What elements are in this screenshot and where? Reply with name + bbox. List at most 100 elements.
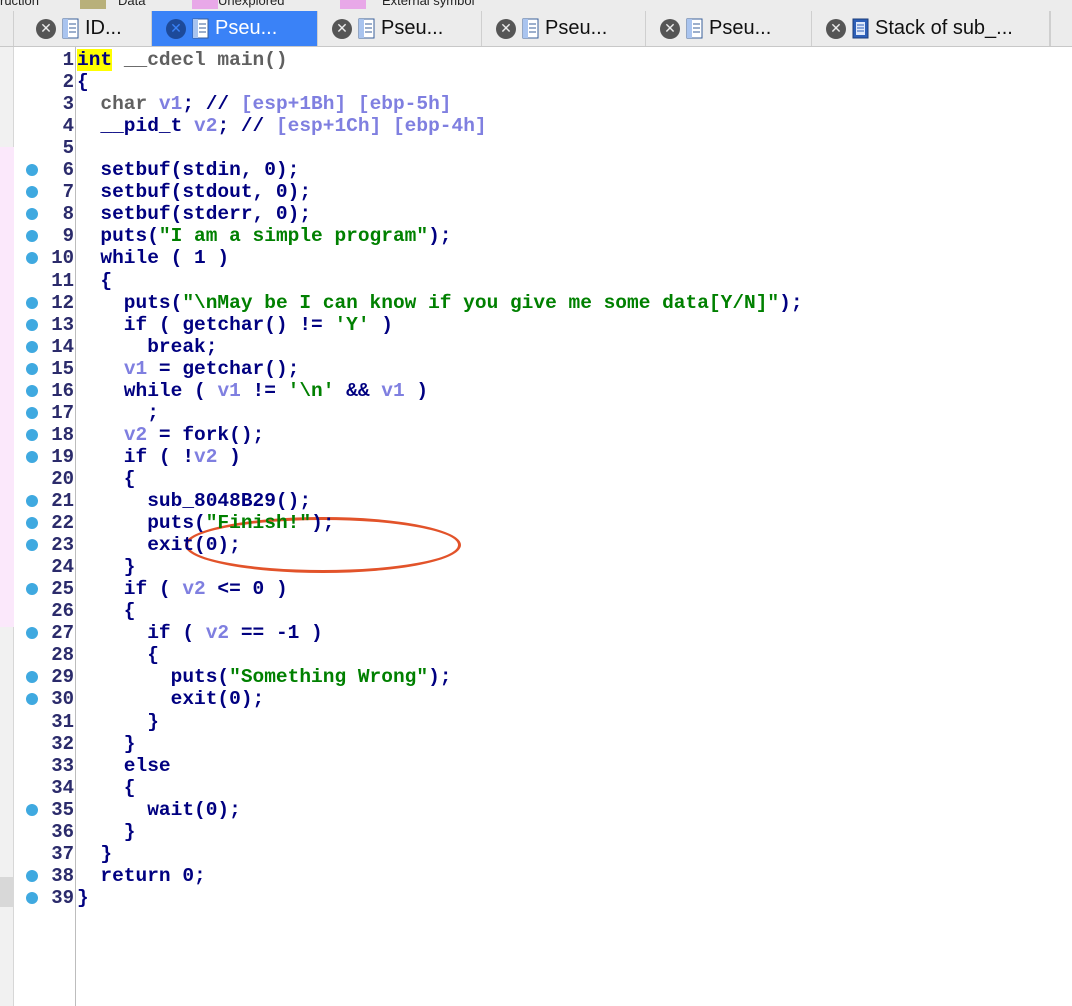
code-line[interactable]: else xyxy=(77,755,171,777)
code-line[interactable]: v1 = getchar(); xyxy=(77,358,300,380)
line-number: 25 xyxy=(51,578,74,601)
breakpoint-dot-icon[interactable] xyxy=(26,539,38,552)
line-number: 17 xyxy=(51,401,74,424)
line-number: 30 xyxy=(51,688,74,711)
code-line[interactable]: if ( v2 <= 0 ) xyxy=(77,578,288,600)
code-line[interactable]: puts("Finish!"); xyxy=(77,512,334,534)
breakpoint-dot-icon[interactable] xyxy=(26,495,38,507)
code-line[interactable]: exit(0); xyxy=(77,534,241,556)
line-number: 15 xyxy=(51,357,74,380)
pseudocode-icon xyxy=(358,18,381,39)
close-tab-icon[interactable]: ✕ xyxy=(36,18,56,39)
code-line[interactable]: char v1; // [esp+1Bh] [ebp-5h] xyxy=(77,93,451,115)
code-line[interactable]: return 0; xyxy=(77,865,205,887)
code-line[interactable]: __pid_t v2; // [esp+1Ch] [ebp-4h] xyxy=(77,115,486,137)
tab-label: Pseu... xyxy=(709,17,772,39)
code-line[interactable]: if ( !v2 ) xyxy=(77,446,241,468)
code-line[interactable]: int __cdecl main() xyxy=(77,49,288,71)
code-line[interactable]: puts("Something Wrong"); xyxy=(77,666,452,688)
line-number: 32 xyxy=(51,732,74,755)
breakpoint-dot-icon[interactable] xyxy=(26,428,38,441)
breakpoint-dot-icon[interactable] xyxy=(26,869,38,882)
line-number: 10 xyxy=(51,247,74,270)
pseudocode-icon xyxy=(522,18,545,39)
pseudocode-icon xyxy=(686,18,709,39)
code-line[interactable]: } xyxy=(77,711,159,733)
code-line[interactable]: wait(0); xyxy=(77,799,241,821)
code-line[interactable]: puts("I am a simple program"); xyxy=(77,225,451,247)
line-number: 3 xyxy=(62,93,74,116)
close-tab-icon[interactable]: ✕ xyxy=(332,18,352,39)
code-line[interactable]: if ( getchar() != 'Y' ) xyxy=(77,314,393,336)
line-number: 8 xyxy=(62,203,74,226)
code-line[interactable]: } xyxy=(77,887,89,909)
breakpoint-dot-icon[interactable] xyxy=(26,803,38,816)
code-line[interactable]: while ( v1 != '\n' && v1 ) xyxy=(77,380,428,402)
legend-label: Data xyxy=(118,0,146,8)
code-line[interactable]: while ( 1 ) xyxy=(77,247,229,269)
code-line[interactable]: } xyxy=(77,821,136,843)
breakpoint-dot-icon[interactable] xyxy=(26,384,38,397)
line-number: 18 xyxy=(51,423,74,446)
tab-label: Pseu... xyxy=(381,17,444,39)
breakpoint-dot-icon[interactable] xyxy=(26,318,38,331)
breakpoint-dot-icon[interactable] xyxy=(26,517,38,530)
code-line[interactable]: { xyxy=(77,270,112,292)
code-line[interactable]: { xyxy=(77,644,159,666)
close-tab-icon[interactable]: ✕ xyxy=(826,18,846,39)
breakpoint-dot-icon[interactable] xyxy=(26,891,38,904)
tab-label: Pseu... xyxy=(545,17,608,39)
code-line[interactable]: setbuf(stdout, 0); xyxy=(77,181,311,203)
breakpoint-dot-icon[interactable] xyxy=(26,406,38,419)
tab-overflow-edge xyxy=(1050,11,1072,46)
navigation-strip[interactable] xyxy=(0,47,14,1006)
tab-2[interactable]: ✕ Pseu... xyxy=(152,11,318,46)
line-number: 35 xyxy=(51,798,74,821)
tab-1[interactable]: ✕ ID... xyxy=(22,11,152,46)
code-line[interactable]: puts("\nMay be I can know if you give me… xyxy=(77,292,803,314)
code-line[interactable]: exit(0); xyxy=(77,688,265,710)
legend-label: Unexplored xyxy=(218,0,285,8)
code-line[interactable]: break; xyxy=(77,336,217,358)
line-number: 12 xyxy=(51,291,74,314)
nav-marker-pink xyxy=(0,147,14,627)
code-line[interactable]: { xyxy=(77,600,136,622)
code-line[interactable]: sub_8048B29(); xyxy=(77,490,311,512)
close-tab-icon[interactable]: ✕ xyxy=(496,18,516,39)
close-tab-icon[interactable]: ✕ xyxy=(166,18,186,39)
line-number: 13 xyxy=(51,313,74,336)
tab-6[interactable]: ✕ Stack of sub_... xyxy=(812,11,1050,46)
line-number-gutter: 1 2 3 4 5 6 7 8 9 10 11 12 13 14 15 16 17 18 19 20 21 22 23 24 2… xyxy=(14,47,76,1006)
code-line[interactable]: { xyxy=(77,777,136,799)
code-line[interactable]: { xyxy=(77,71,89,93)
nav-marker-gray xyxy=(0,877,14,907)
code-line[interactable]: setbuf(stderr, 0); xyxy=(77,203,311,225)
breakpoint-dot-icon[interactable] xyxy=(26,296,38,309)
legend-swatch xyxy=(192,0,218,9)
code-line[interactable]: { xyxy=(77,468,136,490)
line-number: 11 xyxy=(51,269,74,292)
code-line[interactable]: if ( v2 == -1 ) xyxy=(77,622,323,644)
code-line[interactable]: ; xyxy=(77,402,159,424)
breakpoint-dot-icon[interactable] xyxy=(26,340,38,353)
breakpoint-dot-icon[interactable] xyxy=(26,450,38,463)
line-number: 4 xyxy=(62,115,74,138)
line-number: 7 xyxy=(62,181,74,204)
code-line[interactable]: } xyxy=(77,556,136,578)
line-number: 9 xyxy=(62,225,74,248)
breakpoint-dot-icon[interactable] xyxy=(26,362,38,375)
stack-icon xyxy=(852,18,875,39)
tab-label: Pseu... xyxy=(215,17,278,39)
close-tab-icon[interactable]: ✕ xyxy=(660,18,680,39)
line-number: 14 xyxy=(51,335,74,358)
tab-3[interactable]: ✕ Pseu... xyxy=(318,11,482,46)
tab-5[interactable]: ✕ Pseu... xyxy=(646,11,812,46)
line-number: 37 xyxy=(51,842,74,865)
pseudocode-view[interactable]: int __cdecl main(){ char v1; // [esp+1Bh… xyxy=(77,47,1072,1006)
code-line[interactable]: v2 = fork(); xyxy=(77,424,264,446)
code-line[interactable]: } xyxy=(77,733,136,755)
code-line[interactable]: setbuf(stdin, 0); xyxy=(77,159,299,181)
tab-4[interactable]: ✕ Pseu... xyxy=(482,11,646,46)
line-number: 38 xyxy=(51,864,74,887)
code-line[interactable]: } xyxy=(77,843,112,865)
